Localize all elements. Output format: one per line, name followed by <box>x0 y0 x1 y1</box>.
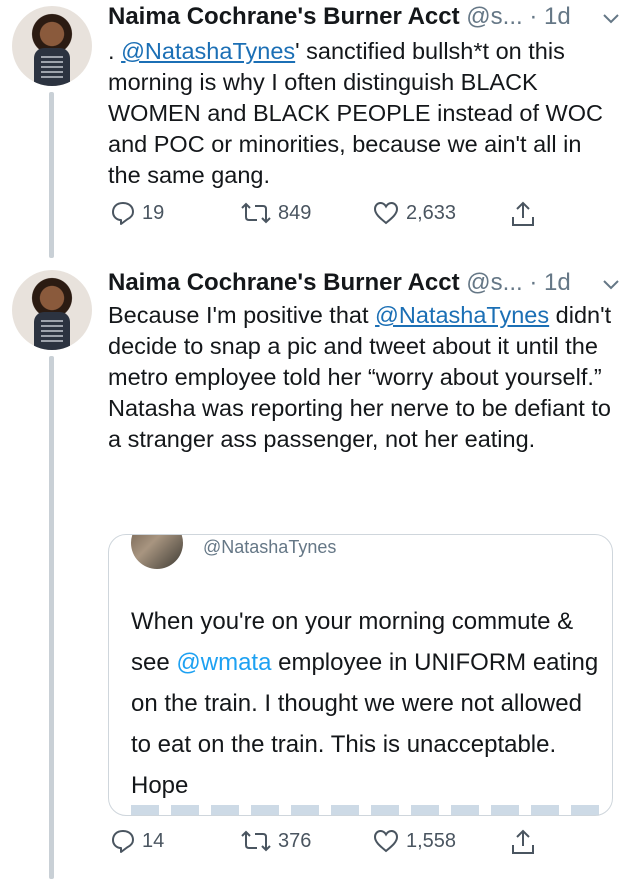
quoted-handle[interactable]: @NatashaTynes <box>203 537 336 558</box>
like-icon <box>373 201 399 225</box>
avatar[interactable] <box>12 270 92 350</box>
share-button[interactable] <box>510 200 536 228</box>
retweet-button[interactable]: 849 <box>240 200 311 226</box>
quoted-mention-link[interactable]: @wmata <box>176 649 271 676</box>
tweet-body: . @NatashaTynes' sanctified bullsh*t on … <box>108 36 613 191</box>
quoted-text-cutoff <box>131 805 601 815</box>
tweet-actions: 19 849 2,633 <box>108 200 608 230</box>
retweet-button[interactable]: 376 <box>240 828 311 854</box>
like-count: 1,558 <box>406 829 457 852</box>
avatar-shirt-print <box>41 56 63 78</box>
reply-icon <box>112 830 134 853</box>
tweet-body-line2: Natasha was reporting her nerve to be de… <box>108 395 611 452</box>
thread-line <box>49 92 54 258</box>
chevron-down-icon[interactable] <box>600 8 622 30</box>
tweet-body-prefix: Because I'm positive that <box>108 302 376 328</box>
thread-line <box>49 356 54 879</box>
avatar[interactable] <box>12 6 92 86</box>
retweet-icon <box>241 202 271 224</box>
quoted-avatar[interactable] <box>131 535 183 569</box>
chevron-down-icon[interactable] <box>600 274 622 296</box>
like-count: 2,633 <box>406 201 457 224</box>
retweet-icon <box>241 830 271 852</box>
quoted-text: When you're on your morning commute & se… <box>131 601 601 806</box>
share-button[interactable] <box>510 828 536 856</box>
reply-button[interactable]: 19 <box>110 200 164 226</box>
tweet-1[interactable]: Naima Cochrane's Burner Acct @s... · 1d … <box>0 0 628 262</box>
handle[interactable]: @s... <box>466 269 522 296</box>
like-icon <box>373 829 399 853</box>
avatar-shirt-print <box>41 320 63 342</box>
share-icon <box>512 201 534 226</box>
display-name[interactable]: Naima Cochrane's Burner Acct <box>108 3 460 30</box>
handle[interactable]: @s... <box>466 3 522 30</box>
tweet-header: Naima Cochrane's Burner Acct @s... · 1d <box>108 2 618 32</box>
retweet-count: 376 <box>278 829 312 852</box>
tweet-actions: 14 376 1,558 <box>108 828 608 858</box>
timestamp[interactable]: · 1d <box>529 3 570 30</box>
reply-count: 14 <box>142 829 165 852</box>
like-button[interactable]: 2,633 <box>372 200 456 226</box>
reply-button[interactable]: 14 <box>110 828 164 854</box>
mention-link[interactable]: @NatashaTynes <box>121 38 295 64</box>
retweet-count: 849 <box>278 201 312 224</box>
tweet-body-prefix: . <box>108 38 122 64</box>
timestamp[interactable]: · 1d <box>529 269 570 296</box>
tweet-body: Because I'm positive that @NatashaTynes … <box>108 300 613 455</box>
like-button[interactable]: 1,558 <box>372 828 456 854</box>
mention-link[interactable]: @NatashaTynes <box>375 302 549 328</box>
quoted-tweet[interactable]: @NatashaTynes When you're on your mornin… <box>108 534 613 816</box>
tweet-header: Naima Cochrane's Burner Acct @s... · 1d <box>108 268 618 298</box>
display-name[interactable]: Naima Cochrane's Burner Acct <box>108 269 460 296</box>
share-icon <box>512 829 534 854</box>
reply-count: 19 <box>142 201 165 224</box>
reply-icon <box>112 202 134 225</box>
